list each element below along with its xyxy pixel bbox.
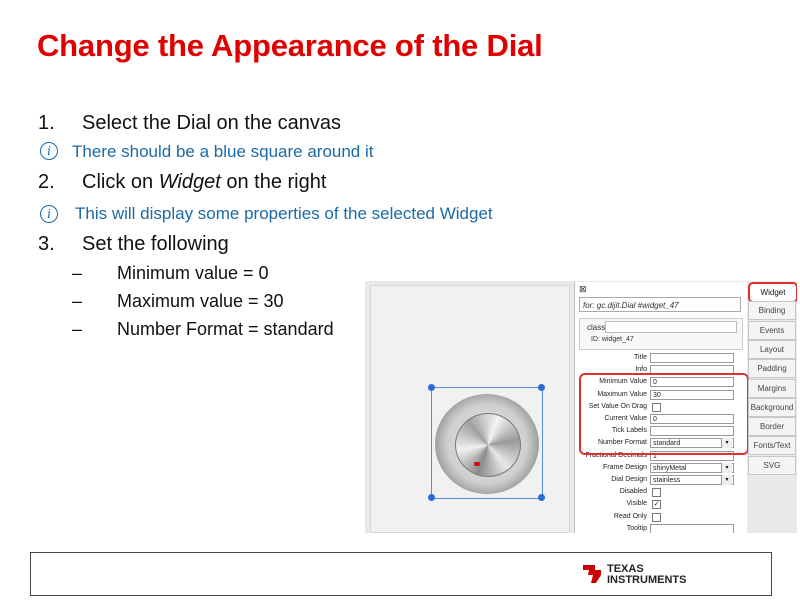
- tab-border[interactable]: Border: [748, 417, 796, 437]
- dial-indicator: [474, 462, 480, 466]
- property-input[interactable]: [650, 523, 734, 533]
- resize-handle[interactable]: [538, 384, 545, 391]
- property-label: Visible: [626, 500, 648, 508]
- sub-item-format: Number Format = standard: [117, 319, 334, 339]
- dial-knob: [455, 413, 521, 477]
- note-2: This will display some properties of the…: [75, 204, 493, 223]
- info-icon: i: [40, 205, 58, 223]
- property-row: Title: [575, 353, 745, 365]
- bullet-dash: –: [72, 263, 83, 283]
- property-label: Frame Design: [603, 463, 647, 471]
- highlight-box: [579, 373, 749, 455]
- design-canvas[interactable]: [370, 285, 570, 533]
- property-input[interactable]: [650, 353, 734, 363]
- slide-title: Change the Appearance of the Dial: [37, 28, 543, 63]
- property-checkbox[interactable]: [652, 512, 661, 522]
- widget-for-label: for: gc.dijit.Dial #widget_47: [579, 297, 741, 312]
- widget-emphasis: Widget: [158, 171, 221, 193]
- ti-logo-text: TEXAS INSTRUMENTS: [607, 563, 687, 586]
- tab-fonts-text[interactable]: Fonts/Text: [748, 436, 796, 456]
- designer-screenshot: ⊠ for: gc.dijit.Dial #widget_47 class: I…: [365, 281, 797, 533]
- ti-logo-icon: [583, 565, 601, 583]
- info-icon: i: [40, 142, 58, 160]
- property-row: Read Only: [575, 512, 745, 524]
- tab-binding[interactable]: Binding: [748, 301, 796, 321]
- id-label: ID: widget_47: [591, 336, 634, 343]
- property-row: Dial Design stainless ▾: [575, 475, 745, 487]
- properties-panel: ⊠ for: gc.dijit.Dial #widget_47 class: I…: [574, 282, 749, 533]
- property-label: Disabled: [619, 488, 647, 496]
- bullet-dash: –: [72, 319, 83, 339]
- property-label: Tooltip: [626, 524, 647, 532]
- tab-margins[interactable]: Margins: [748, 378, 796, 398]
- property-checkbox[interactable]: [652, 488, 661, 498]
- tab-widget[interactable]: Widget: [748, 282, 797, 303]
- tab-background[interactable]: Background: [748, 397, 796, 417]
- tab-layout[interactable]: Layout: [748, 339, 796, 359]
- step-2-number: 2.: [38, 171, 55, 193]
- resize-handle[interactable]: [428, 494, 435, 501]
- property-label: Title: [634, 354, 647, 361]
- bullet-dash: –: [72, 291, 83, 311]
- resize-handle[interactable]: [538, 494, 545, 501]
- tab-padding[interactable]: Padding: [748, 359, 796, 379]
- tab-svg[interactable]: SVG: [748, 455, 796, 475]
- property-row: Frame Design shinyMetal ▾: [575, 462, 745, 475]
- class-input[interactable]: [605, 321, 737, 333]
- tab-events[interactable]: Events: [748, 320, 796, 340]
- step-1-text: Select the Dial on the canvas: [82, 112, 342, 134]
- note-1: There should be a blue square around it: [72, 142, 374, 161]
- property-label: Read Only: [613, 512, 647, 520]
- sub-item-max: Maximum value = 30: [117, 291, 284, 311]
- step-3-text: Set the following: [82, 233, 229, 255]
- step-2-text: Click on Widget on the right: [82, 171, 327, 193]
- chevron-down-icon[interactable]: ▾: [721, 462, 732, 473]
- property-row: Disabled: [575, 487, 745, 499]
- chevron-down-icon[interactable]: ▾: [721, 475, 732, 485]
- step-1-number: 1.: [38, 112, 55, 134]
- sub-item-min: Minimum value = 0: [117, 263, 269, 283]
- resize-handle[interactable]: [428, 384, 435, 391]
- property-label: Dial Design: [611, 476, 647, 483]
- step-3-number: 3.: [38, 233, 55, 255]
- property-row: Tooltip: [575, 523, 745, 533]
- property-checkbox[interactable]: ✓: [652, 500, 661, 510]
- property-row: Visible ✓: [575, 499, 745, 511]
- panel-menu-icon[interactable]: ⊠: [579, 284, 587, 295]
